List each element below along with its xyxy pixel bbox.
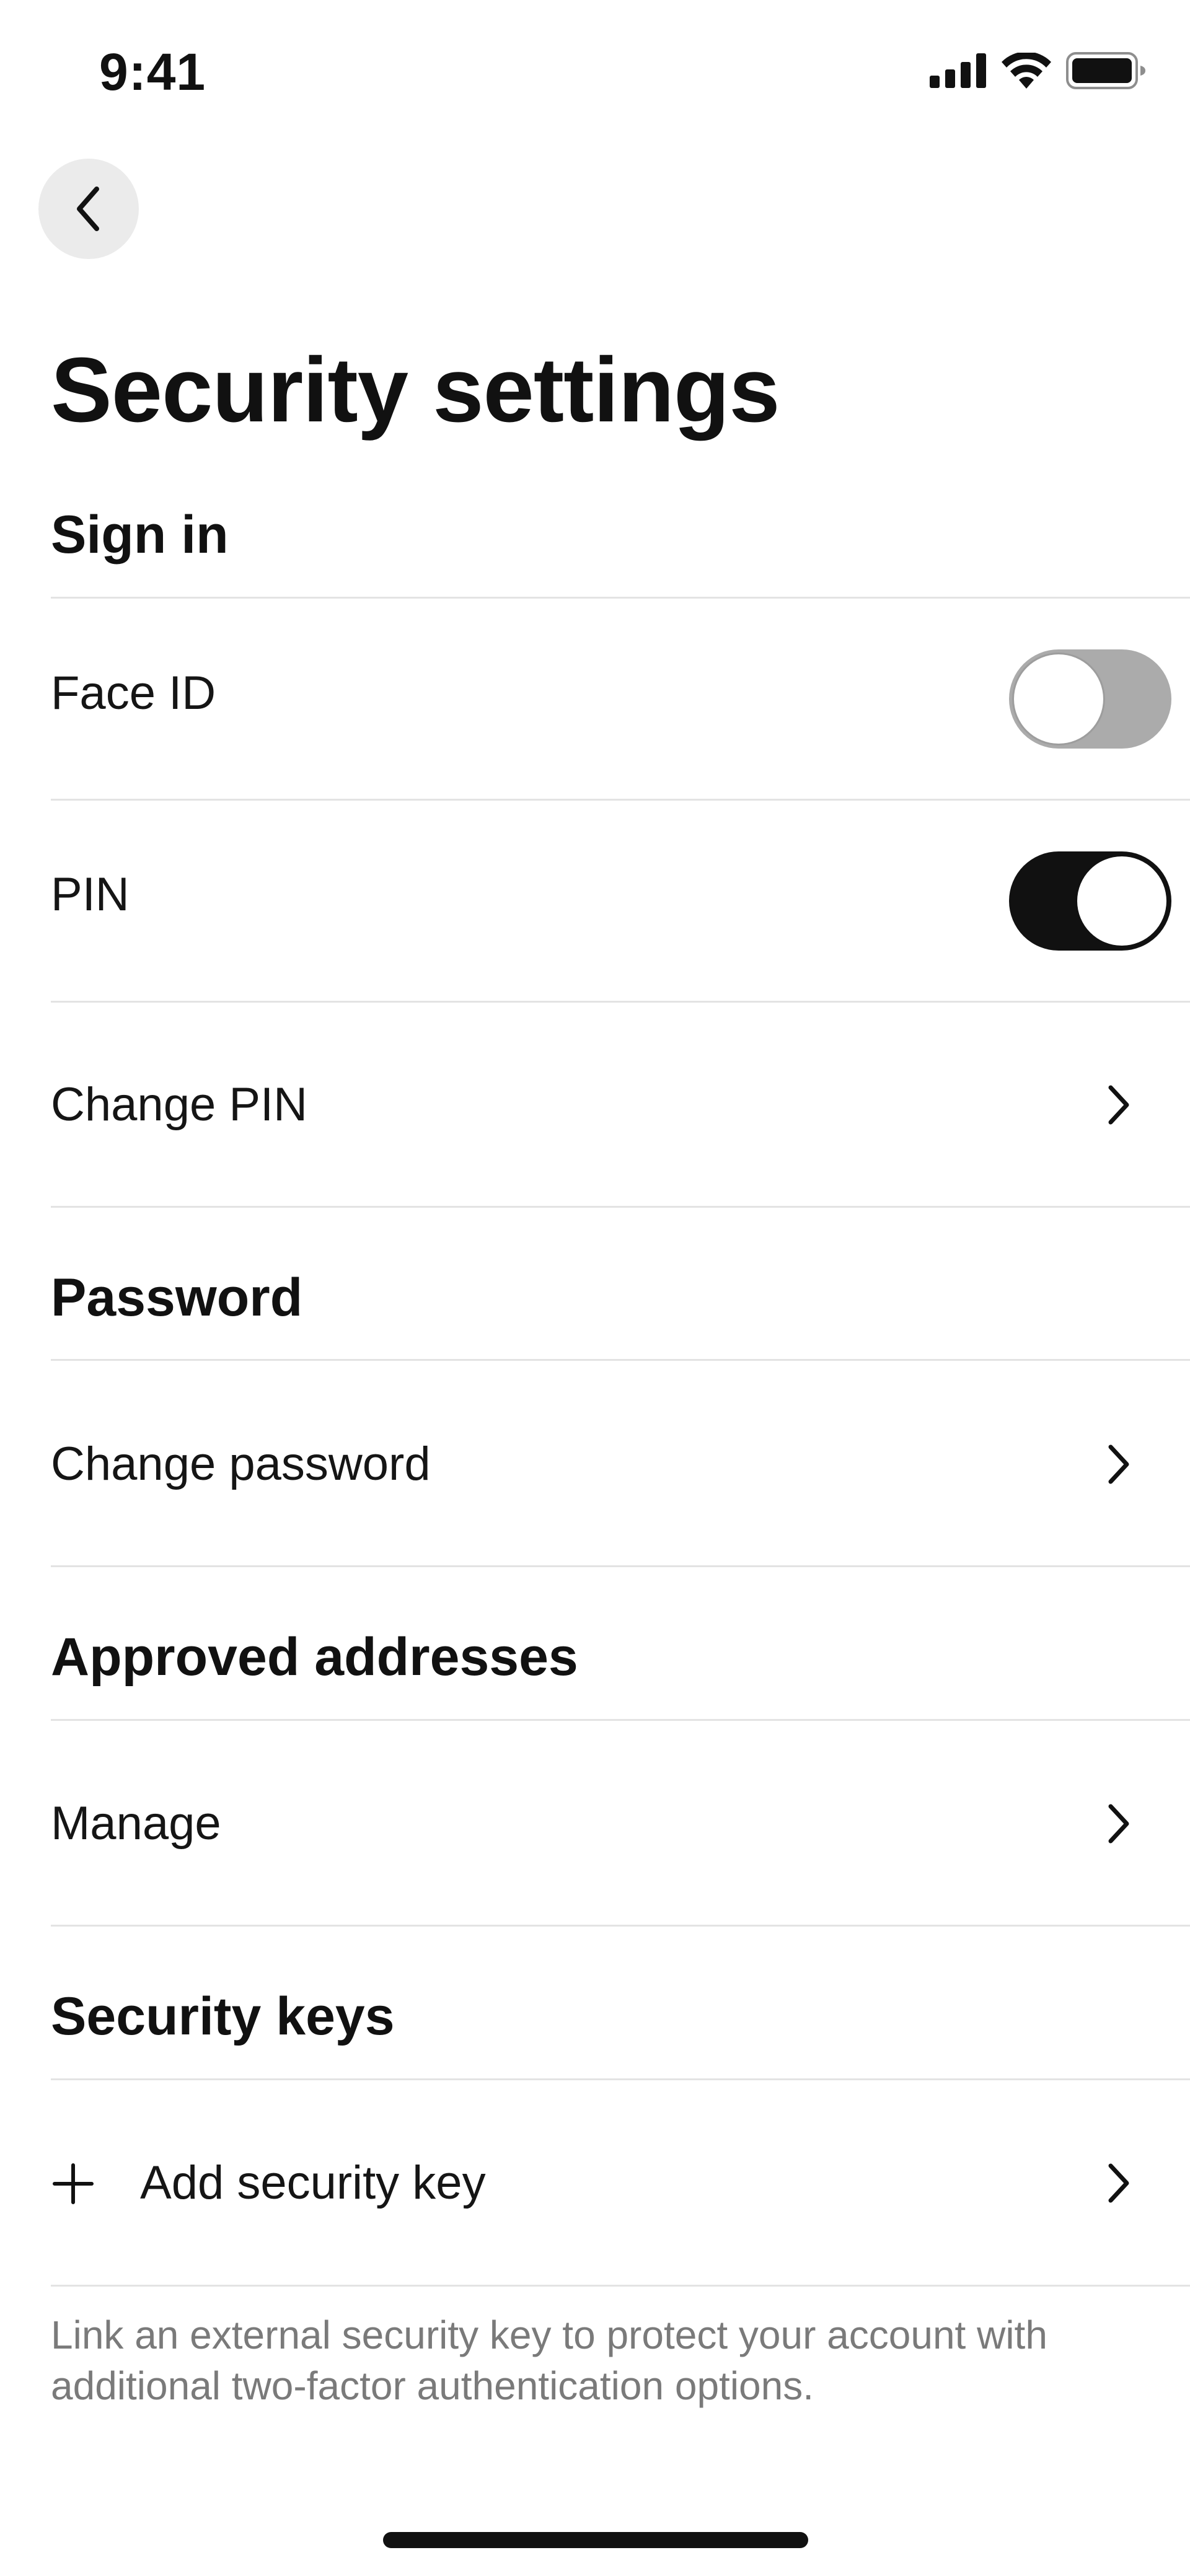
status-bar: 9:41 [0, 0, 1190, 143]
wifi-icon [1002, 53, 1051, 89]
divider [51, 2285, 1190, 2287]
pin-toggle[interactable] [1009, 851, 1171, 951]
divider [51, 799, 1190, 801]
face-id-label: Face ID [51, 667, 216, 719]
divider [51, 1925, 1190, 1927]
add-security-key-label: Add security key [140, 2156, 486, 2209]
change-pin-label: Change PIN [51, 1078, 308, 1131]
pin-label: PIN [51, 868, 130, 921]
divider [51, 2078, 1190, 2080]
divider [51, 1001, 1190, 1003]
section-header-security-keys: Security keys [51, 1987, 395, 2046]
battery-icon [1066, 52, 1145, 89]
status-icons [930, 52, 1147, 89]
back-button[interactable] [38, 159, 139, 259]
divider [51, 1719, 1190, 1721]
section-header-sign-in: Sign in [51, 505, 229, 565]
chevron-right-icon [1108, 1444, 1129, 1484]
security-key-footnote: Link an external security key to protect… [51, 2313, 1047, 2408]
manage-label: Manage [51, 1797, 221, 1850]
cellular-signal-icon [930, 53, 986, 88]
chevron-right-icon [1108, 1085, 1129, 1125]
section-header-password: Password [51, 1268, 303, 1327]
section-header-approved-addresses: Approved addresses [51, 1627, 578, 1687]
divider [51, 1359, 1190, 1361]
change-password-label: Change password [51, 1438, 431, 1490]
toggle-knob [1077, 856, 1166, 946]
divider [51, 1206, 1190, 1208]
chevron-right-icon [1108, 2163, 1129, 2203]
divider [51, 597, 1190, 599]
divider [51, 1565, 1190, 1567]
status-time: 9:41 [99, 43, 206, 101]
face-id-toggle[interactable] [1009, 649, 1171, 749]
chevron-left-icon [77, 187, 99, 231]
page-title: Security settings [51, 339, 780, 441]
toggle-knob [1014, 654, 1103, 744]
home-indicator [383, 2532, 808, 2548]
chevron-right-icon [1108, 1804, 1129, 1844]
plus-icon [53, 2163, 94, 2204]
